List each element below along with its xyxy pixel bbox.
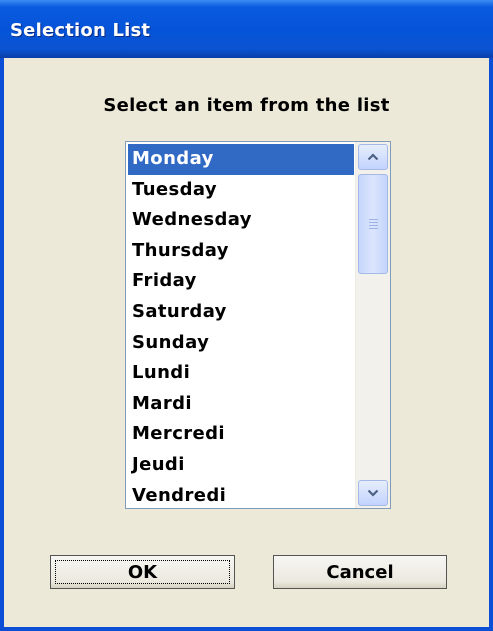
list-item[interactable]: Vendredi [128,481,354,508]
list-item[interactable]: Jeudi [128,450,354,481]
cancel-label: Cancel [326,561,394,583]
cancel-button[interactable]: Cancel [273,555,447,589]
list-item[interactable]: Sunday [128,328,354,359]
list-items: Monday Tuesday Wednesday Thursday Friday Satu… [128,144,354,508]
title-bar[interactable]: Selection List [0,0,493,58]
list-item[interactable]: Mardi [128,389,354,420]
list-item[interactable]: Saturday [128,297,354,328]
focus-rectangle [55,560,230,584]
scroll-up-button[interactable] [358,144,388,170]
list-item[interactable]: Lundi [128,358,354,389]
list-item[interactable]: Monday [128,144,354,175]
thumb-grip [369,219,378,229]
chevron-down-icon [367,489,379,497]
instruction-label: Select an item from the list [103,95,390,116]
vertical-scrollbar[interactable] [355,142,390,508]
list-item[interactable]: Thursday [128,236,354,267]
scroll-down-button[interactable] [358,480,388,506]
list-item[interactable]: Wednesday [128,205,354,236]
selection-listbox[interactable]: Monday Tuesday Wednesday Thursday Friday Satu… [125,141,391,509]
selection-list-dialog: Selection List Select an item from the l… [0,0,493,631]
window-title: Selection List [10,20,151,41]
chevron-up-icon [367,153,379,161]
list-item[interactable]: Mercredi [128,419,354,450]
scroll-thumb[interactable] [358,174,388,274]
list-item[interactable]: Friday [128,266,354,297]
list-item[interactable]: Tuesday [128,175,354,206]
ok-button[interactable]: OK [50,555,235,589]
